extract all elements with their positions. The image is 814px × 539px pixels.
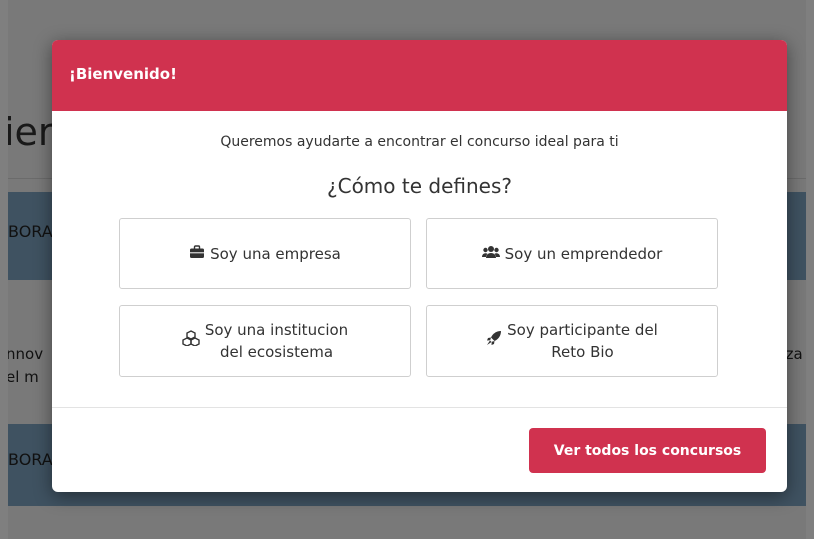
modal-subtitle: Queremos ayudarte a encontrar el concurs…	[220, 134, 619, 150]
modal-body: Queremos ayudarte a encontrar el concurs…	[52, 111, 787, 407]
option-label: Soy participante del Reto Bio	[507, 321, 658, 361]
option-reto-bio-button[interactable]: Soy participante del Reto Bio	[426, 305, 718, 377]
view-all-contests-button[interactable]: Ver todos los concursos	[529, 428, 766, 473]
option-label: Soy un emprendedor	[504, 244, 663, 263]
modal-header: ¡Bienvenido!	[52, 40, 787, 111]
option-label: Soy una institucion del ecosistema	[204, 321, 349, 361]
briefcase-icon	[189, 243, 205, 265]
users-icon	[481, 243, 500, 265]
modal-question: ¿Cómo te defines?	[326, 174, 512, 198]
modal-title: ¡Bienvenido!	[69, 65, 177, 83]
rocket-icon	[486, 330, 502, 352]
option-institucion-button[interactable]: Soy una institucion del ecosistema	[119, 305, 411, 377]
welcome-modal: ¡Bienvenido! Queremos ayudarte a encontr…	[52, 40, 787, 492]
option-label: Soy una empresa	[210, 244, 341, 263]
option-empresa-button[interactable]: Soy una empresa	[119, 218, 411, 289]
cubes-icon	[182, 330, 200, 352]
modal-footer: Ver todos los concursos	[52, 407, 787, 492]
option-emprendedor-button[interactable]: Soy un emprendedor	[426, 218, 718, 289]
